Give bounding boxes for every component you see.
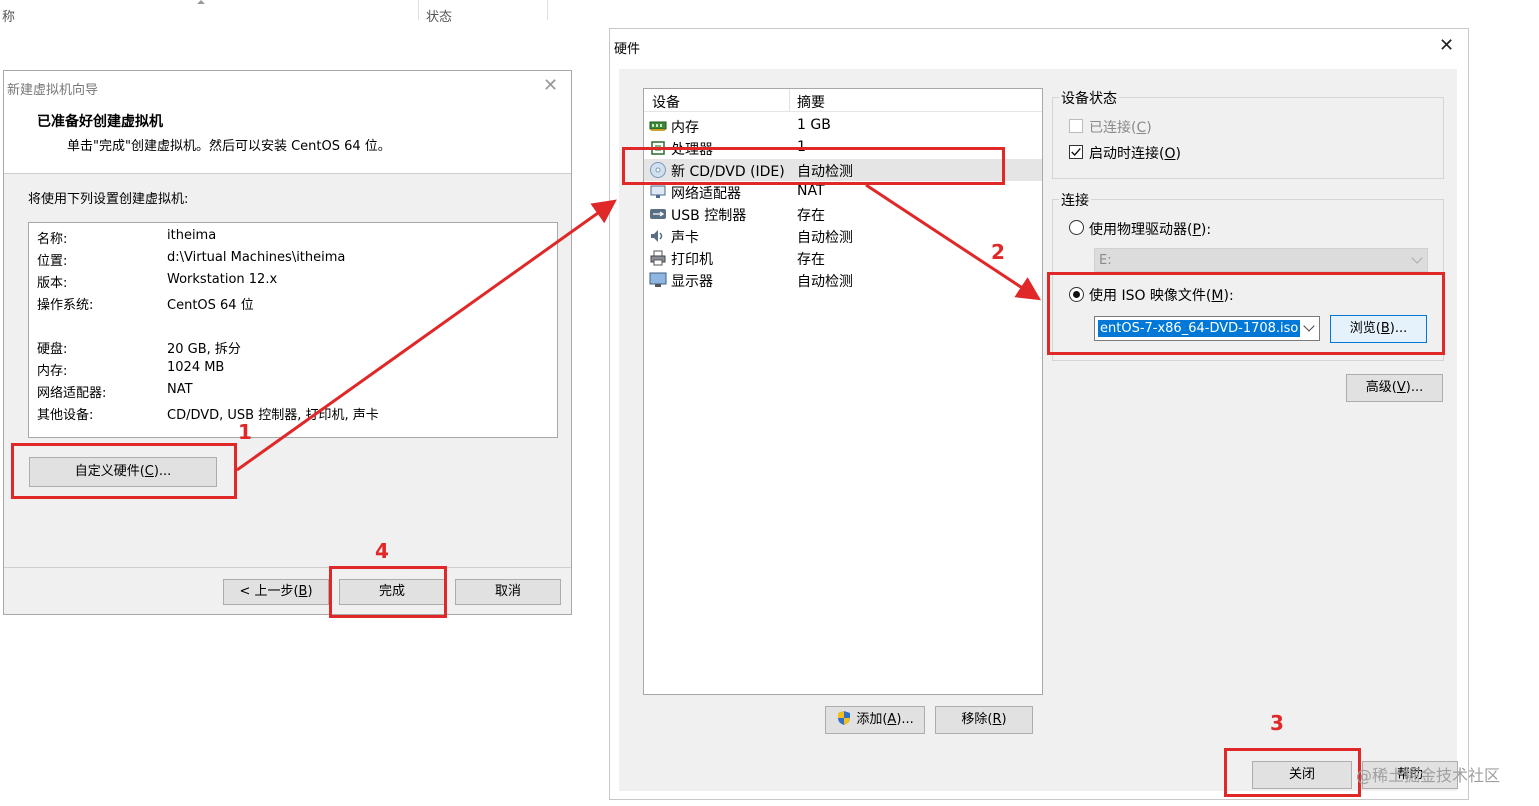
arrow-1 [236,199,617,472]
arrow-2 [865,183,1042,301]
watermark: @稀土掘金技术社区 [1356,766,1501,785]
annotation-arrows [236,183,1042,472]
